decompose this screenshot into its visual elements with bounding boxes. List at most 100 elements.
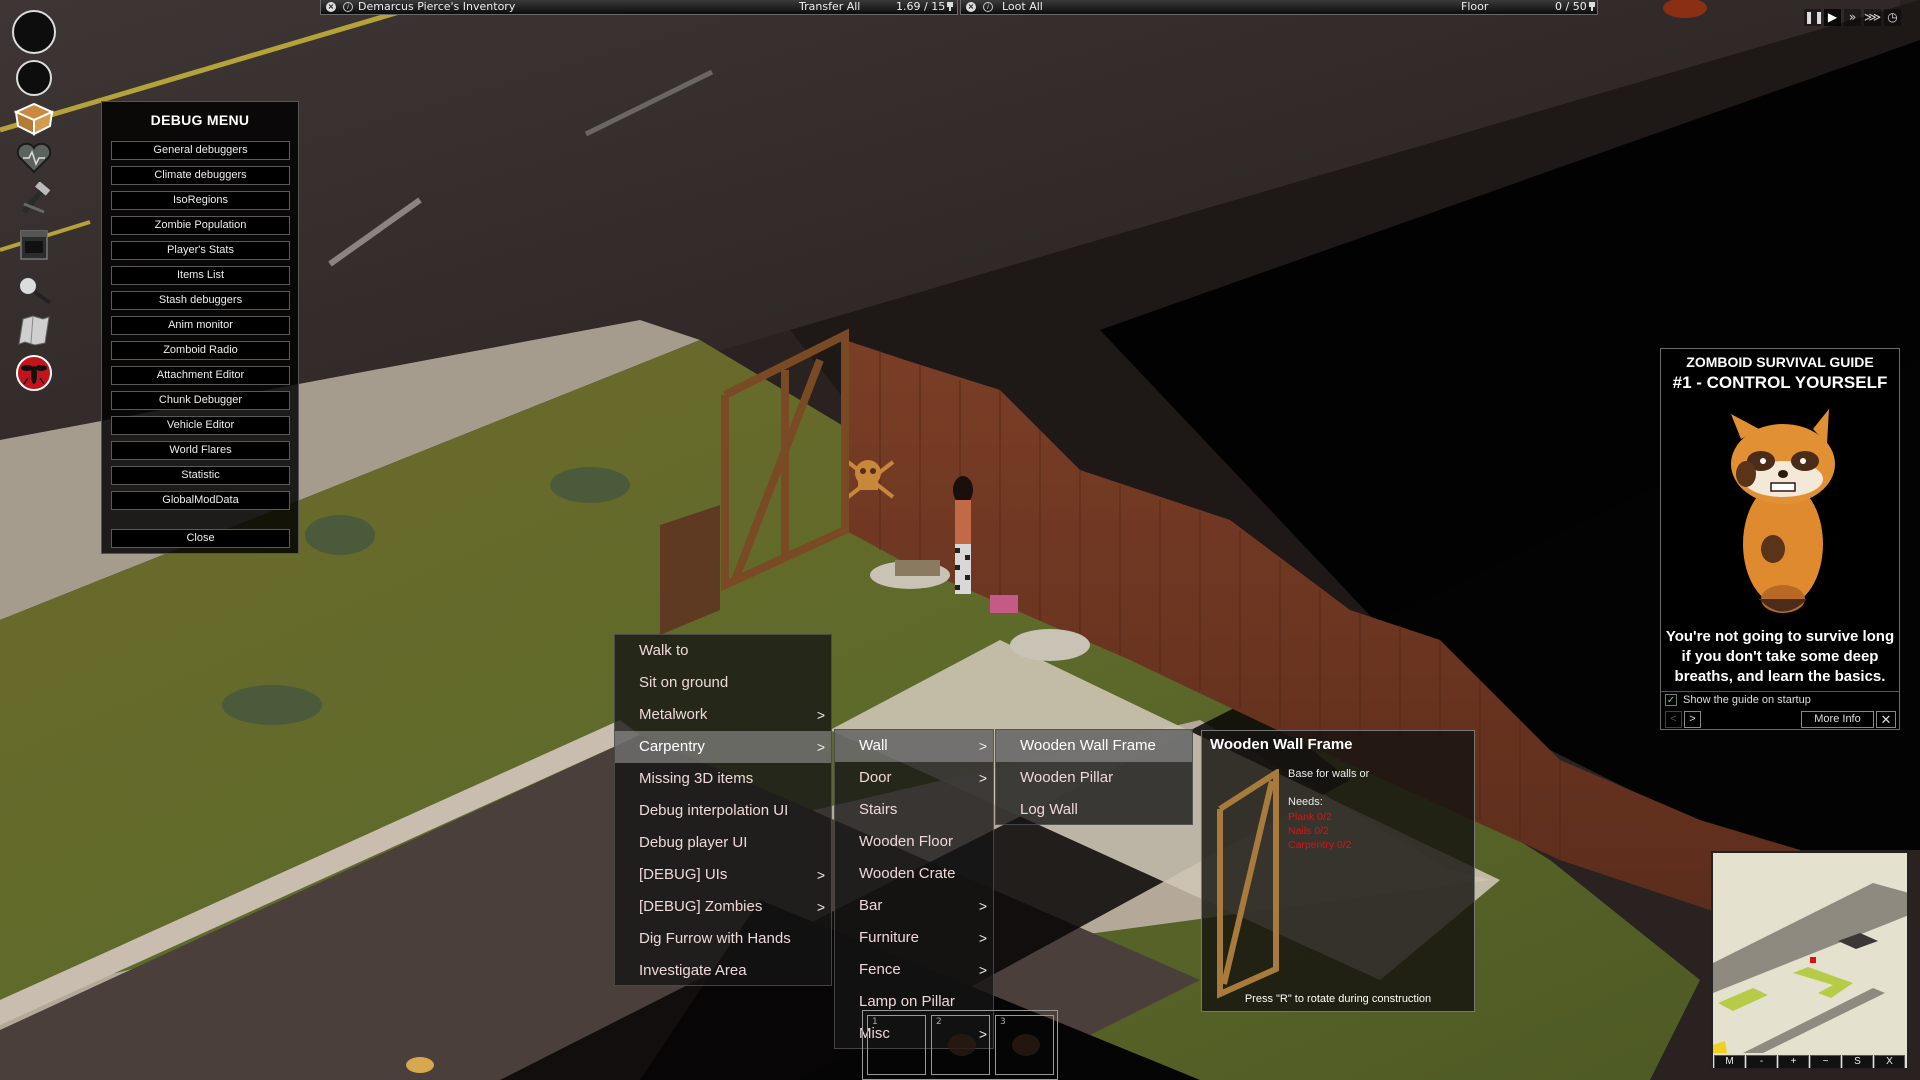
- debug-button-chunk-debugger[interactable]: Chunk Debugger: [111, 391, 290, 410]
- slot-number: 3: [1000, 1017, 1006, 1027]
- minimap-button-1[interactable]: -: [1746, 1055, 1777, 1068]
- collapse-inventory-button[interactable]: ×: [326, 2, 336, 12]
- guide-prev-button[interactable]: <: [1665, 711, 1682, 728]
- context-menu-item-dig-furrow-with-hands[interactable]: Dig Furrow with Hands: [615, 923, 831, 955]
- context-menu-item-investigate-area[interactable]: Investigate Area: [615, 955, 831, 987]
- context-menu-item-metalwork[interactable]: Metalwork >: [615, 699, 831, 731]
- submenu-arrow-icon: >: [816, 867, 825, 883]
- map-icon[interactable]: [12, 310, 56, 350]
- guide-title: ZOMBOID SURVIVAL GUIDE: [1686, 354, 1874, 370]
- hotbar-slot[interactable]: 3: [995, 1015, 1054, 1075]
- health-status-circle[interactable]: [12, 10, 56, 54]
- menu-item-label: Sit on ground: [639, 674, 729, 691]
- debug-button-climate-debuggers[interactable]: Climate debuggers: [111, 166, 290, 185]
- info-icon[interactable]: i: [343, 2, 353, 12]
- minimap-button-0[interactable]: M: [1714, 1055, 1745, 1068]
- minimap-button-4[interactable]: S: [1842, 1055, 1873, 1068]
- inventory-box-icon[interactable]: [12, 98, 56, 138]
- health-heart-icon[interactable]: [12, 138, 56, 178]
- moodle-circle[interactable]: [16, 60, 52, 96]
- info-icon[interactable]: i: [983, 2, 993, 12]
- debug-button-items-list[interactable]: Items List: [111, 266, 290, 285]
- hotbar: 1 2 3: [862, 1010, 1058, 1080]
- guide-divider: [1661, 691, 1899, 692]
- submenu-arrow-icon: >: [816, 707, 825, 723]
- carpentry-item-wall[interactable]: Wall >: [835, 730, 993, 762]
- tooltip-footer: Press "R" to rotate during construction: [1244, 993, 1432, 1005]
- carpentry-item-stairs[interactable]: Stairs: [835, 794, 993, 826]
- play-icon[interactable]: ▶: [1824, 9, 1841, 26]
- crafting-hammer-icon[interactable]: [12, 180, 56, 220]
- context-menu-item-sit-on-ground[interactable]: Sit on ground: [615, 667, 831, 699]
- debug-button-stash-debuggers[interactable]: Stash debuggers: [111, 291, 290, 310]
- minimap-button-3[interactable]: ~: [1810, 1055, 1841, 1068]
- collapse-loot-button[interactable]: ×: [966, 2, 976, 12]
- tooltip-needs-label: Needs:: [1288, 796, 1323, 808]
- minimap-view[interactable]: [1713, 853, 1909, 1053]
- hotbar-slot[interactable]: 1: [867, 1015, 926, 1075]
- inventory-bar: × i Demarcus Pierce's Inventory Transfer…: [320, 0, 958, 15]
- carpentry-item-fence[interactable]: Fence >: [835, 954, 993, 986]
- loot-all-button[interactable]: Loot All: [1002, 0, 1043, 14]
- more-info-button[interactable]: More Info: [1801, 711, 1874, 728]
- debug-button-globalmoddata[interactable]: GlobalModData: [111, 491, 290, 510]
- debug-button-attachment-editor[interactable]: Attachment Editor: [111, 366, 290, 385]
- debug-button-zombie-population[interactable]: Zombie Population: [111, 216, 290, 235]
- menu-item-label: Metalwork: [639, 706, 708, 723]
- submenu-arrow-icon: >: [816, 899, 825, 915]
- debug-button-zomboid-radio[interactable]: Zomboid Radio: [111, 341, 290, 360]
- carpentry-item-furniture[interactable]: Furniture >: [835, 922, 993, 954]
- debug-button-anim-monitor[interactable]: Anim monitor: [111, 316, 290, 335]
- debug-button-statistic[interactable]: Statistic: [111, 466, 290, 485]
- wall-item-log-wall[interactable]: Log Wall: [996, 794, 1192, 826]
- build-tooltip: Wooden Wall Frame Base for walls or Need…: [1201, 730, 1475, 1012]
- fast-forward-icon[interactable]: »: [1844, 9, 1861, 26]
- submenu-arrow-icon: >: [978, 898, 987, 914]
- debug-button-isoregions[interactable]: IsoRegions: [111, 191, 290, 210]
- menu-item-label: Wall: [859, 737, 888, 754]
- carpentry-item-bar[interactable]: Bar >: [835, 890, 993, 922]
- context-menu-item-debug-interpolation-ui[interactable]: Debug interpolation UI: [615, 795, 831, 827]
- menu-item-label: Debug player UI: [639, 834, 748, 851]
- wall-item-wooden-wall-frame[interactable]: Wooden Wall Frame: [996, 730, 1192, 762]
- context-menu-item-debug-uis[interactable]: [DEBUG] UIs >: [615, 859, 831, 891]
- context-menu-item-debug-zombies[interactable]: [DEBUG] Zombies >: [615, 891, 831, 923]
- debug-button-general-debuggers[interactable]: General debuggers: [111, 141, 290, 160]
- carpentry-item-door[interactable]: Door >: [835, 762, 993, 794]
- minimap[interactable]: M - + ~ S X: [1711, 851, 1909, 1070]
- debug-mosquito-icon[interactable]: [12, 353, 56, 393]
- clock-icon[interactable]: ◷: [1884, 9, 1901, 26]
- context-menu-item-debug-player-ui[interactable]: Debug player UI: [615, 827, 831, 859]
- menu-item-label: Lamp on Pillar: [859, 993, 955, 1010]
- slot-number: 1: [872, 1017, 878, 1027]
- context-menu-item-missing-3d-items[interactable]: Missing 3D items: [615, 763, 831, 795]
- hotbar-slot[interactable]: 2: [931, 1015, 990, 1075]
- minimap-button-2[interactable]: +: [1778, 1055, 1809, 1068]
- slot-number: 2: [936, 1017, 942, 1027]
- wall-item-wooden-pillar[interactable]: Wooden Pillar: [996, 762, 1192, 794]
- context-menu: Walk to Sit on ground Metalwork > Carpentry >…: [614, 634, 832, 986]
- pin-icon[interactable]: [1588, 2, 1595, 11]
- debug-button-vehicle-editor[interactable]: Vehicle Editor: [111, 416, 290, 435]
- guide-close-button[interactable]: ✕: [1876, 711, 1896, 728]
- context-menu-item-carpentry[interactable]: Carpentry >: [615, 731, 831, 763]
- pause-icon[interactable]: ❚❚: [1804, 9, 1824, 26]
- faster-forward-icon[interactable]: ⋙: [1864, 9, 1881, 26]
- guide-next-button[interactable]: >: [1684, 711, 1701, 728]
- context-menu-item-walk-to[interactable]: Walk to: [615, 635, 831, 667]
- show-on-startup-checkbox[interactable]: ✓: [1665, 694, 1677, 706]
- carpentry-item-wooden-crate[interactable]: Wooden Crate: [835, 858, 993, 890]
- carpentry-submenu: Wall > Door > Stairs Wooden Floor Wooden Crate…: [834, 729, 994, 1049]
- minimap-button-5[interactable]: X: [1874, 1055, 1905, 1068]
- search-magnifier-icon[interactable]: [12, 270, 56, 310]
- pin-icon[interactable]: [947, 2, 954, 11]
- stove-icon[interactable]: [12, 225, 56, 265]
- submenu-arrow-icon: >: [978, 770, 987, 786]
- submenu-arrow-icon: >: [978, 930, 987, 946]
- transfer-all-button[interactable]: Transfer All: [799, 0, 860, 14]
- debug-button-world-flares[interactable]: World Flares: [111, 441, 290, 460]
- debug-close-button[interactable]: Close: [111, 529, 290, 548]
- show-on-startup-label: Show the guide on startup: [1683, 694, 1811, 706]
- debug-button-player-s-stats[interactable]: Player's Stats: [111, 241, 290, 260]
- carpentry-item-wooden-floor[interactable]: Wooden Floor: [835, 826, 993, 858]
